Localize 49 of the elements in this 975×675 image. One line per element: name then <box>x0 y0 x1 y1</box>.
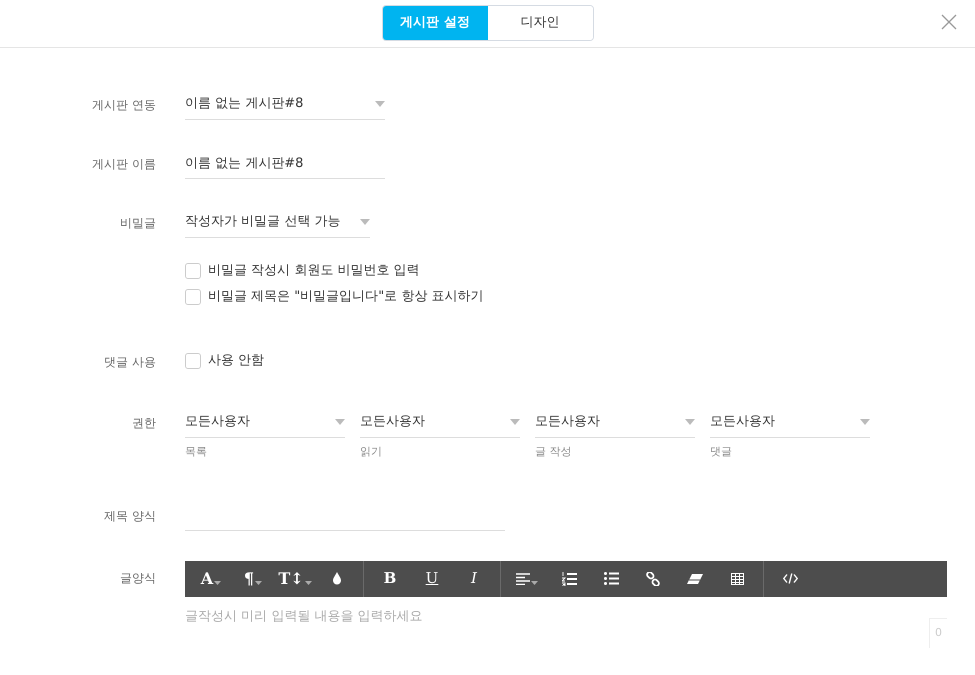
caret-icon <box>214 580 222 584</box>
toolbar-button[interactable]: ¶ <box>233 564 273 594</box>
caret-icon <box>860 418 870 424</box>
dropdown[interactable]: 모든사용자 <box>710 406 870 438</box>
dropdown[interactable]: 이름 없는 게시판#8 <box>185 88 385 120</box>
numbered-list-icon <box>562 572 576 586</box>
dropdown[interactable]: 모든사용자 <box>535 406 695 438</box>
eraser-icon <box>687 574 703 584</box>
checkbox[interactable] <box>185 353 201 369</box>
chain-link-icon <box>646 572 660 586</box>
caret-icon <box>685 418 695 424</box>
field-label: 댓글 사용 <box>103 354 156 371</box>
checkbox-label: 사용 안함 <box>208 352 264 370</box>
toolbar-button[interactable]: B <box>370 564 410 594</box>
field-label: 글양식 <box>119 570 156 586</box>
close-icon <box>941 14 957 30</box>
checkbox-label: 비밀글 작성시 회원도 비밀번호 입력 <box>208 262 420 280</box>
field-caption: 댓글 <box>710 444 733 460</box>
field-caption: 글 작성 <box>535 444 572 460</box>
toolbar-button[interactable]: I <box>454 564 494 594</box>
dropdown[interactable]: 모든사용자 <box>360 406 520 438</box>
field-label: 게시판 이름 <box>91 156 156 173</box>
field-caption: 읽기 <box>360 444 383 460</box>
table-icon <box>730 572 744 584</box>
field-label: 제목 양식 <box>103 508 156 524</box>
caret-icon <box>255 580 262 584</box>
caret-icon <box>531 580 538 584</box>
field-label: 권한 <box>131 415 156 432</box>
caret-icon <box>375 100 385 106</box>
dropdown[interactable]: 모든사용자 <box>185 406 345 438</box>
caret-icon <box>335 418 345 424</box>
toolbar-button[interactable]: A <box>191 564 231 594</box>
text-field[interactable]: 이름 없는 게시판#8 <box>185 147 385 179</box>
bullet-list-icon <box>604 572 618 585</box>
field-label: 비밀글 <box>119 215 156 232</box>
code-icon <box>782 573 798 584</box>
caret-icon <box>510 418 520 424</box>
checkbox[interactable] <box>185 263 201 279</box>
caret-icon <box>360 218 370 224</box>
drop-icon <box>332 572 342 585</box>
field-label: 게시판 연동 <box>91 97 156 114</box>
field-caption: 목록 <box>185 444 208 460</box>
toolbar-button[interactable]: T↕ <box>275 564 315 594</box>
toolbar-button[interactable]: U <box>412 564 452 594</box>
caret-icon <box>304 580 312 584</box>
align-icon <box>516 572 530 584</box>
dropdown[interactable]: 작성자가 비밀글 선택 가능 <box>185 206 370 238</box>
checkbox[interactable] <box>185 289 201 305</box>
checkbox-label: 비밀글 제목은 "비밀글입니다"로 항상 표시하기 <box>208 288 484 306</box>
